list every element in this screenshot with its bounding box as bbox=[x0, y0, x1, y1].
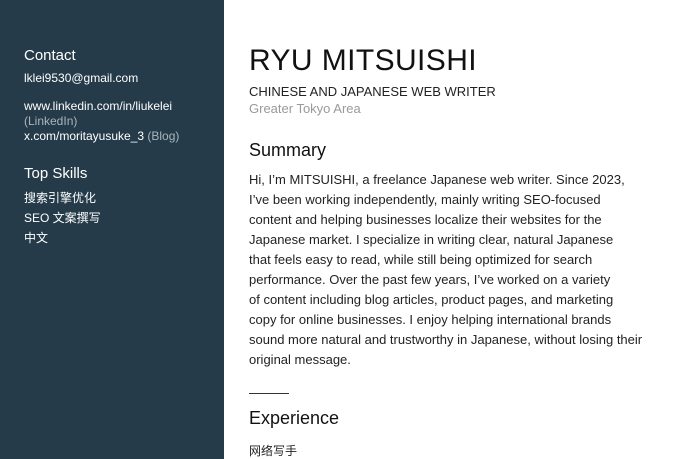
summary-line: I’ve been working independently, mainly … bbox=[249, 192, 601, 207]
linkedin-note: (LinkedIn) bbox=[24, 114, 78, 128]
job-title: CHINESE AND JAPANESE WEB WRITER bbox=[249, 84, 496, 99]
summary-line: Hi, I’m MITSUISHI, a freelance Japanese … bbox=[249, 172, 625, 187]
skill-item: 中文 bbox=[24, 231, 49, 245]
email-link[interactable]: lklei9530@gmail.com bbox=[24, 71, 138, 85]
summary-line: content and helping businesses localize … bbox=[249, 212, 602, 227]
blog-link[interactable]: x.com/moritayusuke_3 bbox=[24, 129, 144, 143]
summary-line: that feels easy to read, while still bei… bbox=[249, 252, 593, 267]
summary-heading: Summary bbox=[249, 140, 327, 160]
resume-page: Contact lklei9530@gmail.com www.linkedin… bbox=[0, 0, 680, 459]
section-divider bbox=[249, 393, 289, 394]
summary-line: sound more natural and trustworthy in Ja… bbox=[249, 332, 643, 347]
blog-row: x.com/moritayusuke_3 (Blog) bbox=[24, 129, 179, 143]
summary-line: performance. Over the past few years, I’… bbox=[249, 272, 611, 287]
skill-item: SEO 文案撰写 bbox=[24, 211, 101, 225]
summary-line: of content including blog articles, prod… bbox=[249, 292, 614, 307]
person-name: RYU MITSUISHI bbox=[249, 44, 478, 77]
experience-heading: Experience bbox=[249, 408, 340, 428]
summary-line: copy for online businesses. I enjoy help… bbox=[249, 312, 612, 327]
experience-item: 网络写手 bbox=[249, 444, 298, 458]
location: Greater Tokyo Area bbox=[249, 101, 361, 116]
summary-line: Japanese market. I specialize in writing… bbox=[249, 232, 614, 247]
contact-heading: Contact bbox=[24, 47, 76, 64]
main-content: RYU MITSUISHI CHINESE AND JAPANESE WEB W… bbox=[224, 0, 680, 459]
blog-note: (Blog) bbox=[147, 129, 180, 143]
top-skills-heading: Top Skills bbox=[24, 165, 88, 182]
sidebar: Contact lklei9530@gmail.com www.linkedin… bbox=[0, 0, 224, 459]
summary-line: original message. bbox=[249, 352, 351, 367]
linkedin-link[interactable]: www.linkedin.com/in/liukelei bbox=[24, 99, 172, 113]
skill-item: 搜索引擎优化 bbox=[24, 191, 97, 205]
